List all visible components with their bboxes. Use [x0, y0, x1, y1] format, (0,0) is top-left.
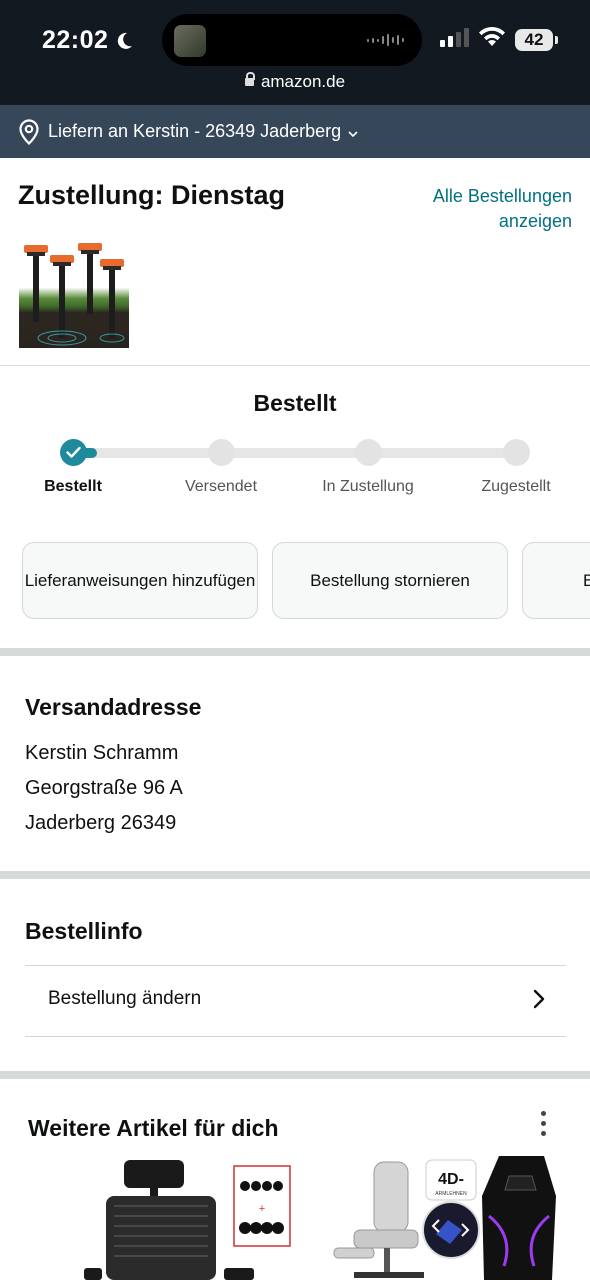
delivery-location-text: Liefern an Kerstin - 26349 Jaderberg: [48, 121, 342, 141]
url-text: amazon.de: [260, 72, 346, 91]
step-dot-zugestellt: [503, 439, 530, 466]
url-bar[interactable]: amazon.de: [0, 71, 590, 92]
location-pin-icon: [19, 118, 39, 145]
order-info-heading: Bestellinfo: [25, 918, 143, 944]
change-order-row[interactable]: Bestellung ändern: [25, 965, 566, 1037]
product-image[interactable]: [19, 238, 129, 348]
shipping-address-heading: Versandadresse: [25, 694, 202, 720]
address-city: Jaderberg 26349: [25, 812, 177, 834]
recommendations-section: Weitere Artikel für dich + 4D- ARMLEHNEN: [0, 1080, 590, 1280]
action-buttons-scroller[interactable]: Lieferanweisungen hinzufügen Bestellung …: [22, 542, 590, 622]
battery-indicator: 42: [515, 29, 558, 51]
more-action-button[interactable]: B: [522, 542, 590, 619]
add-delivery-instructions-button[interactable]: Lieferanweisungen hinzufügen: [22, 542, 258, 619]
section-divider: [0, 648, 590, 656]
wifi-icon: [479, 26, 505, 46]
cellular-signal-icon: [440, 28, 469, 47]
status-bar: 22:02 42 amazon.de: [0, 0, 590, 105]
lock-icon: [244, 71, 255, 86]
step-dot-in-zustellung: [355, 439, 382, 466]
clock-time: 22:02: [42, 26, 109, 54]
audio-wave-icon: [367, 34, 404, 46]
step-dot-bestellt: [60, 439, 87, 466]
address-street: Georgstraße 96 A: [25, 777, 183, 799]
delivery-location-bar[interactable]: Liefern an Kerstin - 26349 Jaderberg: [0, 105, 590, 158]
step-label-in-zustellung: In Zustellung: [322, 478, 414, 495]
progress-track: [73, 448, 516, 458]
step-dot-versendet: [208, 439, 235, 466]
change-order-label: Bestellung ändern: [48, 988, 202, 1009]
step-label-versendet: Versendet: [184, 478, 258, 495]
step-label-zugestellt: Zugestellt: [481, 478, 551, 495]
check-icon: [66, 446, 81, 458]
more-options-icon[interactable]: [541, 1111, 546, 1141]
order-info-section: Bestellinfo Bestellung ändern: [0, 880, 590, 1072]
chevron-down-icon: [348, 130, 358, 137]
recommendation-products-image[interactable]: + 4D- ARMLEHNEN: [84, 1156, 564, 1280]
tracker-status-title: Bestellt: [253, 390, 337, 416]
address-name: Kerstin Schramm: [25, 742, 179, 764]
badge-subtext: ARMLEHNEN: [435, 1191, 467, 1197]
chevron-right-icon: [533, 989, 545, 1009]
badge-text: 4D-: [438, 1171, 464, 1188]
dynamic-island: [162, 14, 422, 66]
delivery-title: Zustellung: Dienstag: [18, 180, 286, 210]
all-orders-link[interactable]: Alle Bestellungen anzeigen: [402, 184, 572, 234]
section-divider: [0, 1071, 590, 1079]
order-tracker: Bestellt Bestellt Versendet In Zustellun…: [0, 366, 590, 648]
step-label-bestellt: Bestellt: [44, 478, 102, 495]
clock: 22:02: [42, 26, 134, 55]
shipping-address-section: Versandadresse Kerstin Schramm Georgstra…: [0, 656, 590, 870]
svg-text:+: +: [259, 1203, 265, 1215]
section-divider: [0, 871, 590, 879]
order-header: Zustellung: Dienstag Alle Bestellungen a…: [0, 158, 590, 366]
product-illustration: [24, 243, 125, 346]
moon-icon: [118, 32, 133, 49]
cancel-order-button[interactable]: Bestellung stornieren: [272, 542, 508, 619]
now-playing-thumbnail: [174, 25, 206, 57]
recommendations-heading: Weitere Artikel für dich: [28, 1115, 279, 1141]
